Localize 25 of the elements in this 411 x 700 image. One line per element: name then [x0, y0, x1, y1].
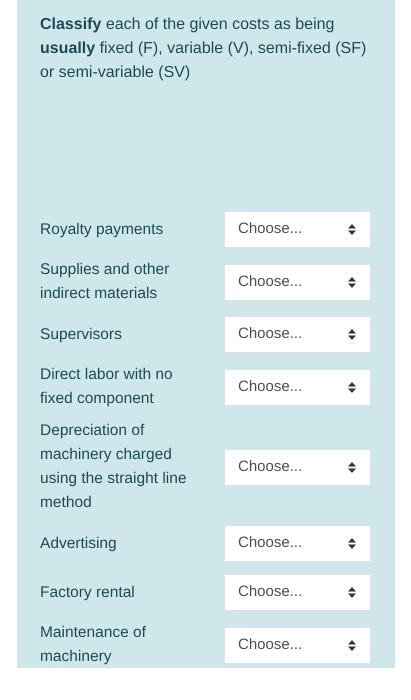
select-dropdown[interactable]: Choose...: [224, 448, 371, 486]
select-dropdown[interactable]: Choose...: [224, 525, 371, 562]
select-dropdown[interactable]: Choose...: [224, 626, 371, 664]
select-dropdown[interactable]: Choose...: [224, 316, 371, 353]
cost-label: Depreciation of machinery charged using the straight line method: [40, 421, 188, 513]
sort-arrows-icon: [348, 276, 356, 288]
cost-label: Maintenance of machinery: [40, 623, 147, 667]
cost-label: Royalty payments: [40, 220, 164, 240]
select-dropdown[interactable]: Choose...: [224, 264, 371, 300]
sort-arrows-icon: [348, 587, 356, 598]
sort-arrows-icon: [348, 538, 356, 549]
sort-arrows-icon: [348, 462, 356, 472]
question-instruction: Classify each of the given costs as being usually fixed (F), variable (V), semi-fixed (SF) or semi-variable (SV): [40, 15, 368, 83]
sort-arrows-icon: [348, 382, 356, 392]
select-dropdown[interactable]: Choose...: [224, 211, 371, 248]
sort-arrows-icon: [348, 640, 356, 650]
sort-arrows-icon: [348, 224, 356, 235]
sort-arrows-icon: [348, 329, 356, 340]
cost-label: Factory rental: [40, 582, 136, 602]
cost-label: Supplies and other indirect materials: [40, 260, 170, 304]
select-dropdown[interactable]: Choose...: [224, 574, 371, 611]
cost-label: Supervisors: [40, 324, 123, 344]
cost-label: Advertising: [40, 534, 118, 554]
cost-label: Direct labor with no fixed component: [40, 365, 174, 409]
select-dropdown[interactable]: Choose...: [224, 368, 371, 406]
